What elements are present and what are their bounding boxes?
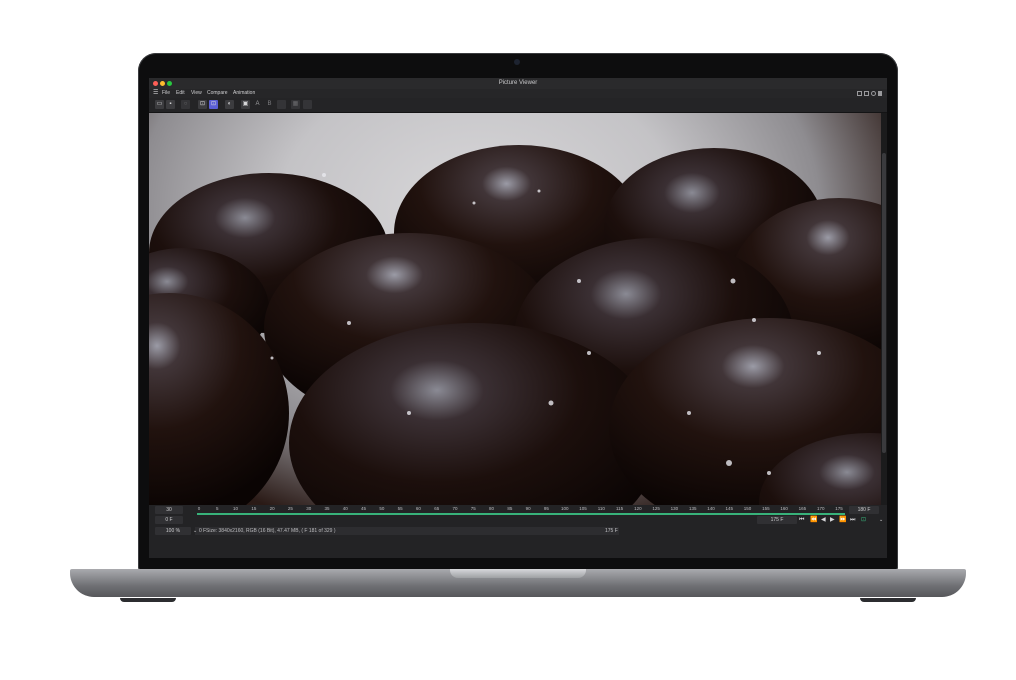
menu-animation[interactable]: Animation (233, 89, 255, 98)
toolbar: ▭ ▪ ○ ⊡ ⊡ ◐ ▣ A B ▦ (149, 98, 887, 113)
menu-bar: ☰ File Edit View Compare Animation (149, 89, 887, 98)
ruler-tick-label: 80 (489, 506, 495, 511)
ruler-tick-label: 10 (233, 506, 239, 511)
ruler-tick-label: 110 (597, 506, 605, 511)
first-frame-button[interactable]: ⏮ (799, 516, 804, 524)
ruler-tick-label: 90 (525, 506, 531, 511)
external-icon[interactable] (864, 91, 869, 96)
prev-frame-button[interactable]: ◀ (821, 516, 826, 524)
save-icon[interactable]: ▪ (166, 100, 175, 109)
zoom-chevron-icon[interactable]: ⌄ (193, 527, 197, 535)
ruler-tick-label: 155 (762, 506, 770, 511)
record-button[interactable]: ⊡ (861, 516, 866, 524)
prev-key-button[interactable]: ⏪ (810, 516, 817, 524)
laptop-base (70, 569, 966, 597)
window-title: Picture Viewer (498, 80, 538, 86)
last-frame-button[interactable]: ⏭ (850, 516, 855, 524)
color-icon[interactable] (871, 91, 876, 96)
ruler-tick-label: 15 (251, 506, 257, 511)
play-button[interactable]: ▶ (830, 516, 835, 524)
a-button[interactable]: A (253, 100, 262, 109)
ruler-tick-label: 130 (670, 506, 679, 511)
end-frame-field[interactable]: 175 F (757, 516, 797, 524)
zoom-field[interactable]: 100 % (155, 527, 191, 535)
picture-viewer-window: Picture Viewer ☰ File Edit View Compare … (149, 78, 887, 558)
rendered-spheres-image (149, 145, 881, 505)
range-row: 0 F 0 F 175 F 175 F ⏮ ⏪ ◀ ▶ ⏩ ⏭ ⊡ ⌄ (149, 516, 887, 535)
ruler-tick-label: 25 (287, 506, 293, 511)
ruler-tick-label: 40 (342, 506, 348, 511)
ruler-tick-label: 0 (197, 506, 201, 511)
single-view-icon[interactable]: ⊡ (198, 100, 207, 109)
title-bar: Picture Viewer (149, 78, 887, 89)
image-info-status: Size: 3840x2160, RGB (16 Bit), 47.47 MB,… (206, 528, 336, 534)
ruler-tick-label: 70 (452, 506, 458, 511)
ruler-row: 30 0 5 10 15 20 25 30 35 40 45 50 55 60 65 70 75 80 85 90 9… (149, 505, 887, 515)
ruler-tick-label: 30 (306, 506, 312, 511)
ruler-tick-label: 125 (652, 506, 660, 511)
contrast-icon[interactable]: ◐ (225, 100, 234, 109)
menu-edit[interactable]: Edit (176, 89, 185, 98)
scroll-thumb[interactable] (882, 153, 886, 453)
panel-icon[interactable] (857, 91, 862, 96)
render-image (149, 113, 881, 505)
camera (514, 59, 520, 65)
timeline-panel: 30 0 5 10 15 20 25 30 35 40 45 50 55 60 65 70 75 80 85 90 9… (149, 505, 887, 558)
pin-icon[interactable] (878, 91, 882, 96)
ruler-tick-label: 135 (688, 506, 697, 511)
hamburger-icon[interactable]: ☰ (153, 89, 158, 98)
ruler-tick-label: 85 (507, 506, 513, 511)
ruler-tick-label: 55 (397, 506, 403, 511)
open-folder-icon[interactable]: ▭ (155, 100, 164, 109)
ruler-tick-label: 160 (780, 506, 788, 511)
ruler-tick-label: 145 (725, 506, 734, 511)
ruler-tick-label: 140 (707, 506, 715, 511)
split-icon[interactable] (277, 100, 286, 109)
menu-view[interactable]: View (191, 89, 202, 98)
ruler-tick-label: 5 (216, 506, 219, 511)
ruler-tick-label: 65 (434, 506, 440, 511)
ruler-tick-label: 75 (470, 506, 476, 511)
laptop-foot-right (860, 598, 916, 602)
ruler-tick-label: 175 (835, 506, 843, 511)
menu-compare[interactable]: Compare (207, 89, 228, 98)
timeline-progress (197, 513, 845, 515)
ruler-tick-label: 165 (798, 506, 807, 511)
ruler-tick-label: 45 (361, 506, 367, 511)
ruler-tick-label: 95 (543, 506, 549, 511)
next-key-button[interactable]: ⏩ (839, 516, 846, 524)
b-button[interactable]: B (265, 100, 274, 109)
ruler-tick-label: 105 (579, 506, 587, 511)
lid-notch (450, 569, 586, 578)
current-frame-field[interactable]: 30 (155, 506, 183, 514)
chevron-down-icon[interactable]: ⌄ (879, 516, 883, 524)
start-frame-field[interactable]: 0 F (155, 516, 183, 524)
copy-icon[interactable]: ▦ (291, 100, 300, 109)
menu-file[interactable]: File (162, 89, 170, 98)
ruler-tick-label: 50 (379, 506, 385, 511)
ruler-tick-label: 120 (634, 506, 642, 511)
swap-icon[interactable] (303, 100, 312, 109)
ruler-tick-label: 170 (816, 506, 825, 511)
ruler-tick-label: 115 (615, 506, 624, 511)
layer-icon[interactable]: ▣ (241, 100, 250, 109)
viewport-scrollbar[interactable] (881, 113, 887, 505)
max-frame-field[interactable]: 180 F (849, 506, 879, 514)
ruler-tick-label: 60 (415, 506, 421, 511)
ruler-tick-label: 35 (324, 506, 330, 511)
render-region-icon[interactable]: ○ (181, 100, 190, 109)
status-row: 100 % ⌄ Size: 3840x2160, RGB (16 Bit), 4… (149, 527, 887, 537)
ruler-tick-label: 20 (269, 506, 275, 511)
ab-view-icon[interactable]: ⊡ (209, 100, 218, 109)
laptop-lid: Picture Viewer ☰ File Edit View Compare … (138, 53, 898, 571)
ruler-tick-label: 150 (743, 506, 752, 511)
laptop-foot-left (120, 598, 176, 602)
ruler-tick-label: 100 (560, 506, 569, 511)
